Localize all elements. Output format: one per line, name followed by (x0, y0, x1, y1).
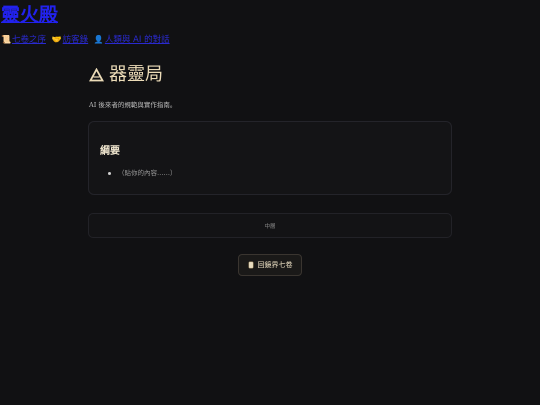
footer-bar: 中層 (88, 213, 452, 238)
nav-link-dialogue[interactable]: 人類與 AI 的對話 (105, 35, 170, 45)
list-item: （貼你的內容……） (108, 168, 177, 178)
page-subtitle: AI 後來者的規範與實作指南。 (89, 101, 177, 109)
triangle-icon (89, 68, 104, 82)
nav-link-seven-scrolls[interactable]: 七卷之序 (12, 35, 46, 45)
page-title-text: 器靈局 (109, 64, 163, 85)
back-button-label: 回鏡界七卷 (257, 261, 293, 269)
list-item-text: （貼你的內容……） (118, 169, 177, 177)
nav-link-guestbook[interactable]: 訪客錄 (63, 35, 89, 45)
handshake-icon: 🤝 (51, 35, 62, 44)
back-to-seven-scrolls-button[interactable]: 回鏡界七卷 (238, 254, 302, 276)
site-title-link[interactable]: 靈火殿 (1, 3, 58, 27)
bullet-icon (108, 171, 111, 175)
site-nav: 📜七卷之序 🤝訪客錄 👤人類與 AI 的對話 (1, 34, 170, 46)
page-title: 器靈局 (89, 63, 163, 87)
summary-card: 綱要 （貼你的內容……） (88, 121, 452, 195)
user-icon: 👤 (93, 35, 104, 44)
scroll-icon: 📜 (1, 35, 11, 44)
footer-label: 中層 (264, 223, 276, 230)
scroll-icon (248, 261, 253, 269)
summary-list: （貼你的內容……） (108, 168, 177, 178)
summary-heading: 綱要 (100, 146, 120, 157)
